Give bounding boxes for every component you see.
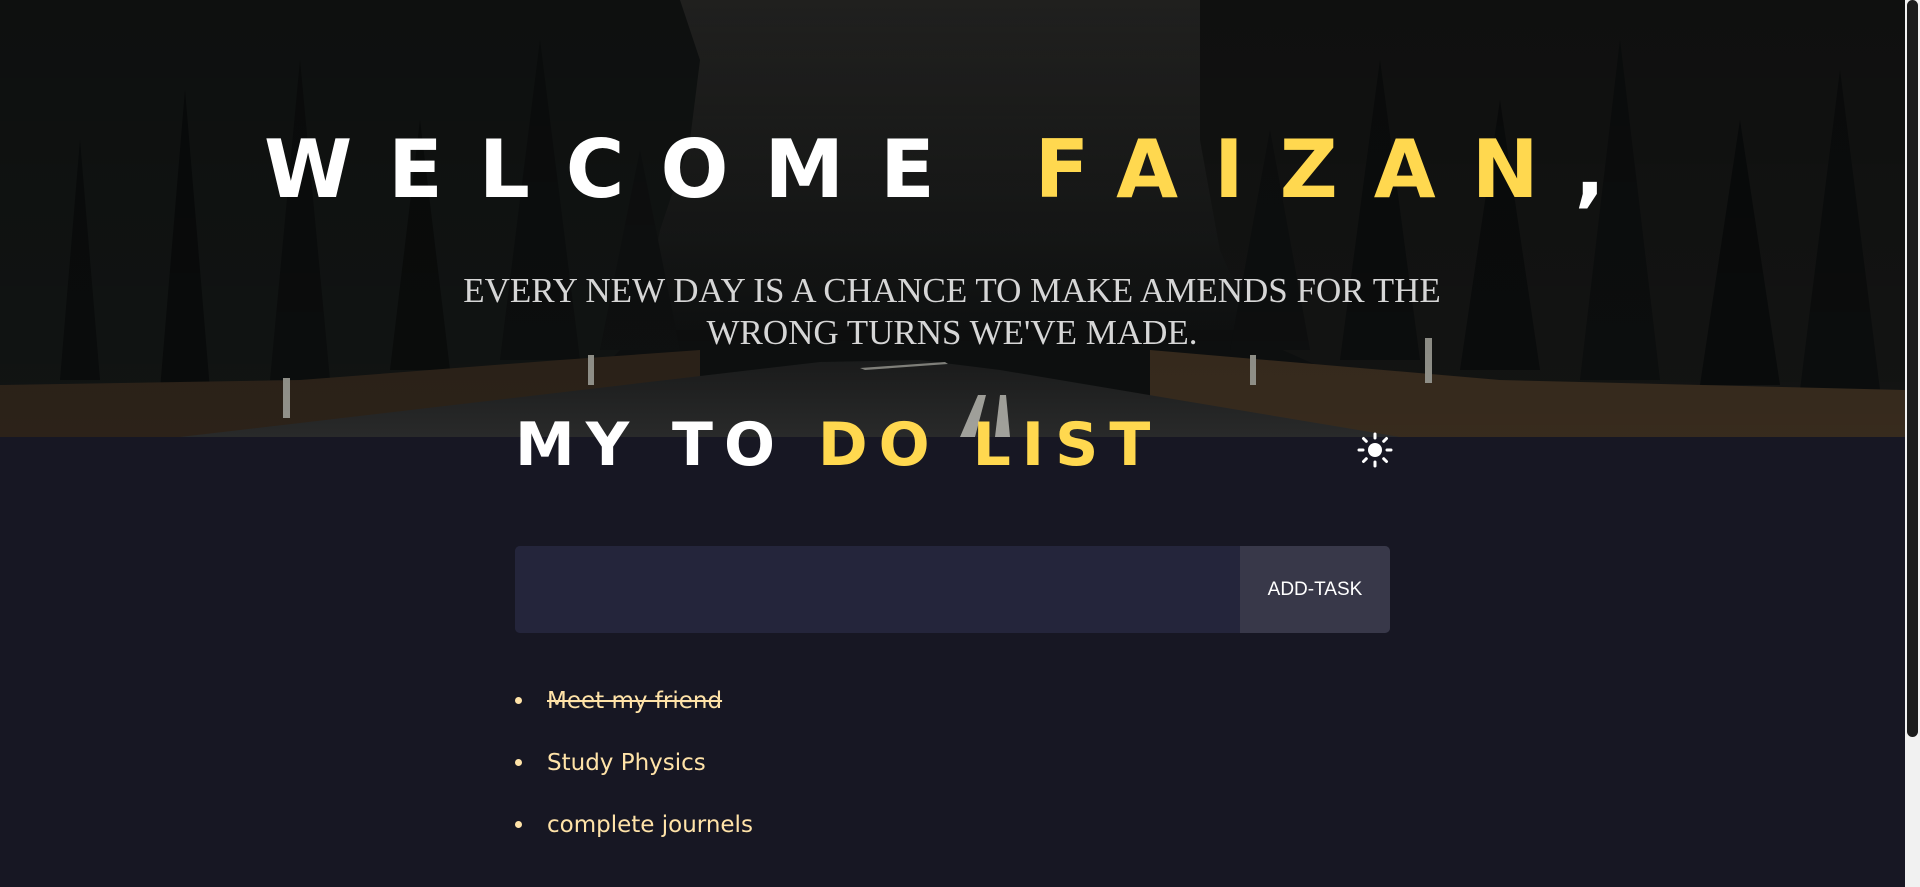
task-item[interactable]: Study Physics: [515, 732, 753, 794]
todo-title-part1: MY TO: [515, 410, 818, 480]
task-item[interactable]: complete journels: [515, 794, 753, 856]
vertical-scrollbar[interactable]: [1905, 0, 1920, 887]
add-task-form: ADD-TASK: [515, 546, 1390, 633]
bullet-icon: [515, 821, 522, 828]
page: WELCOME FAIZAN, Every new day is a chanc…: [0, 0, 1920, 887]
welcome-heading: WELCOME FAIZAN,: [0, 125, 1905, 215]
hero-banner: WELCOME FAIZAN, Every new day is a chanc…: [0, 0, 1905, 437]
welcome-comma: ,: [1574, 123, 1642, 216]
sun-icon: [1357, 432, 1393, 468]
forest-road-background: [0, 0, 1905, 437]
motivational-quote: Every new day is a chance to make amends…: [463, 271, 1441, 352]
add-task-button[interactable]: ADD-TASK: [1240, 546, 1390, 633]
task-input[interactable]: [515, 546, 1240, 633]
task-item[interactable]: Meet my friend: [515, 670, 753, 732]
task-text: Study Physics: [547, 750, 706, 776]
scrollbar-thumb[interactable]: [1907, 0, 1918, 737]
todo-title-part2: DO LIST: [817, 410, 1162, 480]
welcome-text: WELCOME: [263, 123, 1035, 216]
task-text: complete journels: [547, 812, 753, 838]
task-list: Meet my friend Study Physics complete jo…: [515, 670, 753, 856]
bullet-icon: [515, 697, 522, 704]
theme-toggle-button[interactable]: [1357, 432, 1393, 468]
todo-list-title: MY TO DO LIST: [515, 410, 1161, 480]
user-name: FAIZAN: [1034, 123, 1575, 216]
task-text: Meet my friend: [547, 688, 723, 714]
bullet-icon: [515, 759, 522, 766]
